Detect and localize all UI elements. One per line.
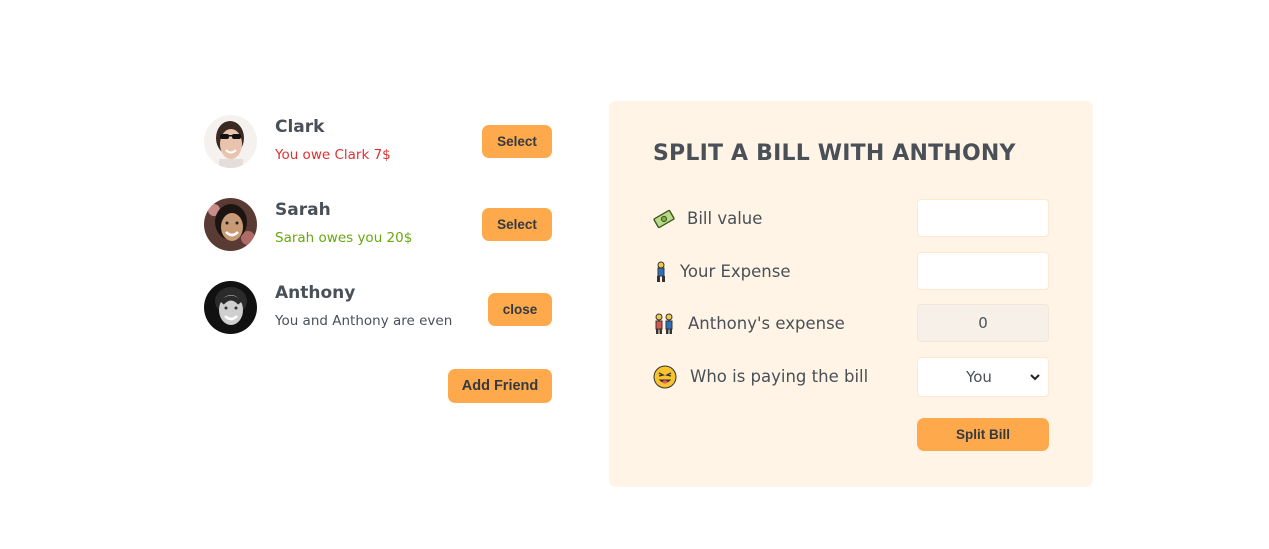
- avatar-clark: [204, 115, 257, 168]
- form-title: SPLIT A BILL WITH ANTHONY: [653, 141, 1016, 166]
- avatar-anthony: [204, 281, 257, 334]
- your-expense-label: Your Expense: [680, 262, 791, 281]
- eat-n-split-app: Clark You owe Clark 7$ Select Sarah Sara…: [0, 0, 1269, 549]
- bill-value-label: Bill value: [687, 209, 763, 228]
- friend-item-sarah: Sarah Sarah owes you 20$ Select: [204, 198, 552, 252]
- friend-balance-status: You owe Clark 7$: [275, 147, 391, 163]
- avatar-sarah: [204, 198, 257, 251]
- split-bill-form: SPLIT A BILL WITH ANTHONY Bill value You…: [609, 101, 1093, 487]
- close-friend-button[interactable]: close: [488, 293, 552, 326]
- payer-select[interactable]: You: [917, 357, 1049, 397]
- face-icon: [653, 365, 677, 389]
- bill-value-row: Bill value: [653, 199, 1049, 239]
- friend-expense-input: [917, 304, 1049, 342]
- person-icon: [653, 261, 669, 283]
- friend-expense-label: Anthony's expense: [688, 314, 845, 333]
- friend-name: Anthony: [275, 283, 356, 303]
- bill-value-input[interactable]: [917, 199, 1049, 237]
- friend-name: Sarah: [275, 200, 331, 220]
- your-expense-input[interactable]: [917, 252, 1049, 290]
- add-friend-button[interactable]: Add Friend: [448, 369, 552, 403]
- friend-item-anthony: Anthony You and Anthony are even close: [204, 281, 552, 335]
- chevron-down-icon: [1030, 374, 1040, 381]
- your-expense-row: Your Expense: [653, 252, 1049, 292]
- friend-name: Clark: [275, 117, 325, 137]
- payer-label: Who is paying the bill: [690, 367, 869, 386]
- friend-balance-status: Sarah owes you 20$: [275, 230, 413, 246]
- split-bill-button[interactable]: Split Bill: [917, 418, 1049, 451]
- couple-icon: [653, 313, 675, 335]
- friend-expense-row: Anthony's expense: [653, 304, 1049, 344]
- money-icon: [653, 208, 675, 230]
- payer-row: Who is paying the bill You: [653, 357, 1049, 397]
- payer-select-value: You: [966, 368, 992, 386]
- friend-balance-status: You and Anthony are even: [275, 313, 453, 329]
- friend-item-clark: Clark You owe Clark 7$ Select: [204, 115, 552, 169]
- select-friend-button[interactable]: Select: [482, 125, 552, 158]
- select-friend-button[interactable]: Select: [482, 208, 552, 241]
